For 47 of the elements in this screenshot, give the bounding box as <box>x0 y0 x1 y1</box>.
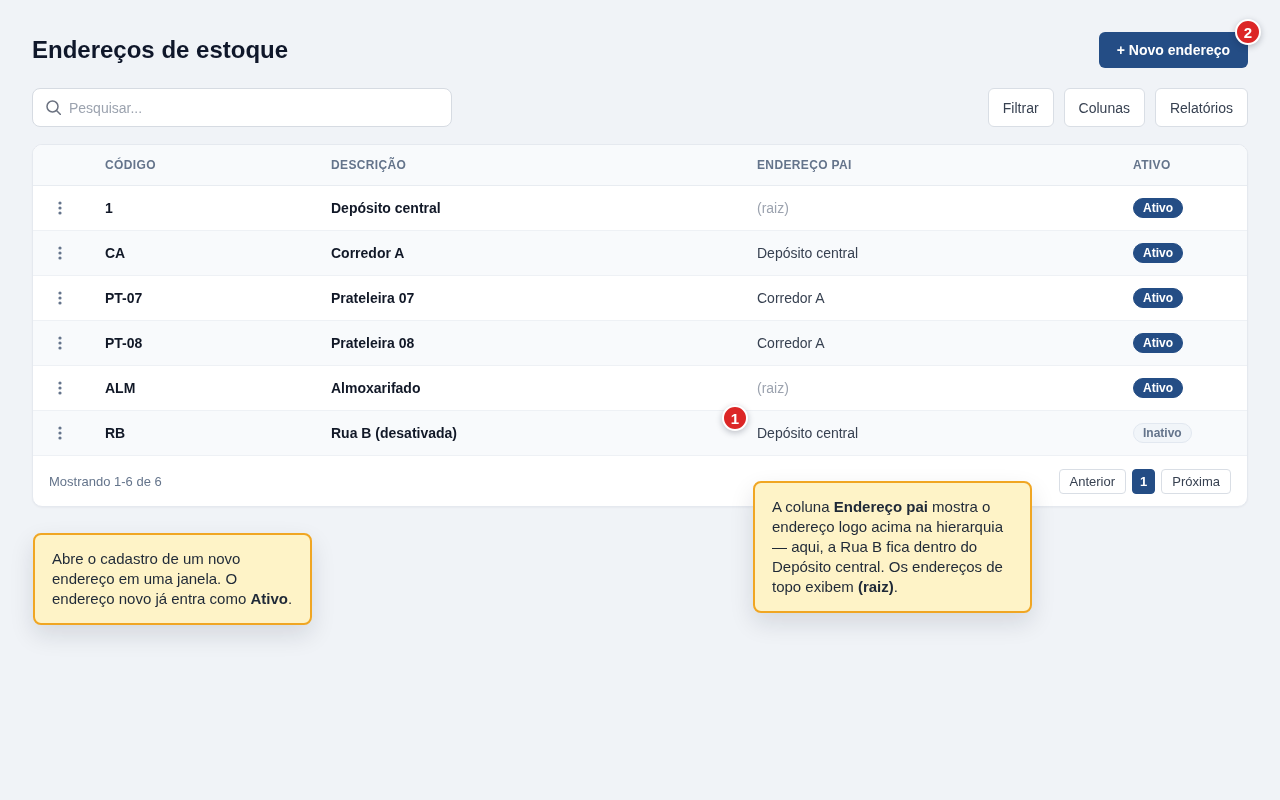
callout-note: Abre o cadastro de um novo endereço em uma janela. O endereço novo já entra como Ativo. <box>33 533 312 625</box>
column-header: CÓDIGO <box>105 158 157 172</box>
kebab-menu-icon[interactable] <box>58 336 62 350</box>
table-cell: Almoxarifado <box>331 380 421 396</box>
status-badge: Inativo <box>1133 423 1192 443</box>
status-badge: Ativo <box>1133 333 1183 353</box>
kebab-menu-icon[interactable] <box>58 246 62 260</box>
table-cell: Rua B (desativada) <box>331 425 458 441</box>
toolbar-button[interactable]: Colunas <box>1063 88 1145 127</box>
status-badge: Ativo <box>1133 243 1183 263</box>
table-cell: RB <box>105 425 126 441</box>
kebab-menu-icon[interactable] <box>58 426 62 440</box>
table-cell: PT-08 <box>105 335 143 351</box>
kebab-menu-icon[interactable] <box>58 291 62 305</box>
table-cell: ALM <box>105 380 136 396</box>
kebab-menu-icon[interactable] <box>58 201 62 215</box>
table-cell: Depósito central <box>331 200 441 216</box>
table-cell: Prateleira 08 <box>331 335 415 351</box>
table-cell: Corredor A <box>757 335 825 351</box>
table-cell: CA <box>105 245 126 261</box>
status-badge: Ativo <box>1133 288 1183 308</box>
status-badge: Ativo <box>1133 378 1183 398</box>
table-cell: PT-07 <box>105 290 143 306</box>
column-header: ENDEREÇO PAI <box>757 158 853 172</box>
next-page-button[interactable]: Próxima <box>1161 468 1231 494</box>
status-badge: Ativo <box>1133 198 1183 218</box>
table-cell: Corredor A <box>331 245 405 261</box>
column-header: DESCRIÇÃO <box>331 158 408 172</box>
kebab-menu-icon[interactable] <box>58 381 62 395</box>
table-cell: Prateleira 07 <box>331 290 415 306</box>
table-cell: 1 <box>105 200 113 216</box>
table-cell: Depósito central <box>757 425 859 441</box>
toolbar-button[interactable]: Relatórios <box>1154 88 1248 127</box>
search-field[interactable]: Pesquisar... <box>32 88 452 127</box>
toolbar-button[interactable]: Filtrar <box>987 88 1054 127</box>
results-summary: Mostrando 1-6 de 6 <box>49 473 162 489</box>
column-header: ATIVO <box>1133 158 1172 172</box>
step-marker: 2 <box>1235 19 1261 45</box>
page-number-button[interactable]: 1 <box>1132 468 1156 494</box>
table-cell: Corredor A <box>757 290 825 306</box>
table-cell: (raiz) <box>757 200 789 216</box>
previous-page-button[interactable]: Anterior <box>1058 468 1127 494</box>
page-title: Endereços de estoque <box>32 35 289 65</box>
search-icon <box>46 100 61 115</box>
table-cell: Depósito central <box>757 245 859 261</box>
table-cell: (raiz) <box>757 380 789 396</box>
callout-note: A coluna Endereço pai mostra o endereço logo acima na hierarquia — aqui, a Rua B fica dentro do Depósito central. Os endereços de topo exibem (raiz). <box>753 481 1032 613</box>
